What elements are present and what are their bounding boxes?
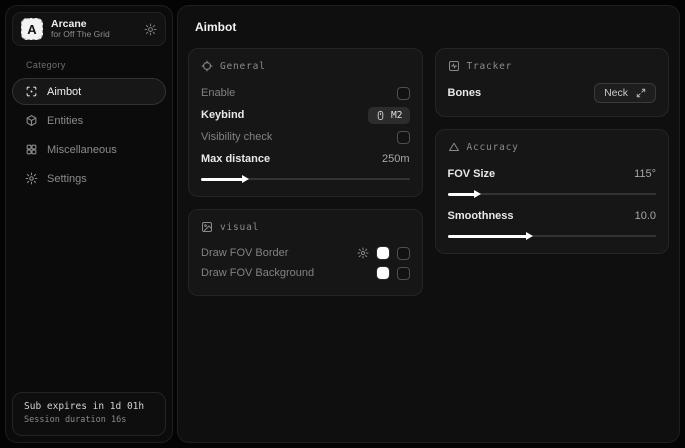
entities-icon <box>25 114 38 127</box>
panel-title: General <box>220 61 266 72</box>
grid-icon <box>25 143 38 156</box>
crosshair-icon <box>201 60 213 72</box>
sidebar-item-label: Aimbot <box>47 86 81 98</box>
accuracy-panel: Accuracy FOV Size 115° Smoothness 10.0 <box>435 129 670 254</box>
panel-title: Tracker <box>467 61 513 72</box>
fov-border-color-swatch[interactable] <box>377 247 389 259</box>
fov-size-slider[interactable] <box>448 189 657 199</box>
app-subtitle: for Off The Grid <box>51 30 136 40</box>
bones-label: Bones <box>448 87 482 99</box>
gear-icon[interactable] <box>144 23 157 36</box>
category-label: Category <box>26 60 166 70</box>
sidebar-item-label: Entities <box>47 115 83 127</box>
draw-fov-border-checkbox[interactable] <box>397 247 410 260</box>
sidebar: A Arcane for Off The Grid Category Aimbo… <box>5 5 173 443</box>
max-distance-label: Max distance <box>201 153 270 165</box>
expand-icon <box>636 88 646 98</box>
sidebar-item-entities[interactable]: Entities <box>12 107 166 134</box>
draw-fov-background-checkbox[interactable] <box>397 267 410 280</box>
session-duration-text: Session duration 16s <box>24 414 154 427</box>
panel-title: Accuracy <box>467 142 519 153</box>
page-title: Aimbot <box>195 20 670 34</box>
enable-label: Enable <box>201 87 235 99</box>
sub-expires-text: Sub expires in 1d 01h <box>24 400 154 414</box>
general-panel: General Enable Keybind <box>188 48 423 197</box>
smoothness-slider[interactable] <box>448 231 657 241</box>
app-logo: A <box>21 18 43 40</box>
draw-fov-border-label: Draw FOV Border <box>201 247 288 259</box>
subscription-info: Sub expires in 1d 01h Session duration 1… <box>12 392 166 436</box>
keybind-value: M2 <box>391 110 402 121</box>
visibility-check-label: Visibility check <box>201 131 272 143</box>
image-icon <box>201 221 213 233</box>
fov-size-label: FOV Size <box>448 168 496 180</box>
smoothness-value: 10.0 <box>635 210 656 222</box>
triangle-icon <box>448 141 460 153</box>
panel-title: visual <box>220 222 259 233</box>
fov-background-color-swatch[interactable] <box>377 267 389 279</box>
gear-icon[interactable] <box>357 247 369 259</box>
sidebar-item-label: Miscellaneous <box>47 144 117 156</box>
smoothness-label: Smoothness <box>448 210 514 222</box>
brand-text: Arcane for Off The Grid <box>51 18 136 40</box>
sidebar-item-aimbot[interactable]: Aimbot <box>12 78 166 105</box>
visibility-check-checkbox[interactable] <box>397 131 410 144</box>
fov-size-value: 115° <box>634 168 656 180</box>
fov-size-slider-fill <box>448 193 475 196</box>
sidebar-item-settings[interactable]: Settings <box>12 165 166 192</box>
activity-icon <box>448 60 460 72</box>
brand-card: A Arcane for Off The Grid <box>12 12 166 46</box>
gear-icon <box>25 172 38 185</box>
bones-selected-value: Neck <box>604 87 628 99</box>
max-distance-slider-fill <box>201 178 243 181</box>
sidebar-item-label: Settings <box>47 173 87 185</box>
mouse-icon <box>375 110 386 121</box>
keybind-label: Keybind <box>201 109 244 121</box>
main-panel: Aimbot General Enable <box>177 5 680 443</box>
max-distance-value: 250m <box>382 153 410 165</box>
crosshair-scan-icon <box>25 85 38 98</box>
keybind-button[interactable]: M2 <box>368 107 409 124</box>
enable-checkbox[interactable] <box>397 87 410 100</box>
tracker-panel: Tracker Bones Neck <box>435 48 670 117</box>
visual-panel: visual Draw FOV Border <box>188 209 423 296</box>
max-distance-slider[interactable] <box>201 174 410 184</box>
sidebar-item-miscellaneous[interactable]: Miscellaneous <box>12 136 166 163</box>
sidebar-nav: Aimbot Entities Miscellaneous <box>12 78 166 192</box>
bones-select-button[interactable]: Neck <box>594 83 656 103</box>
smoothness-slider-fill <box>448 235 527 238</box>
draw-fov-background-label: Draw FOV Background <box>201 267 314 279</box>
